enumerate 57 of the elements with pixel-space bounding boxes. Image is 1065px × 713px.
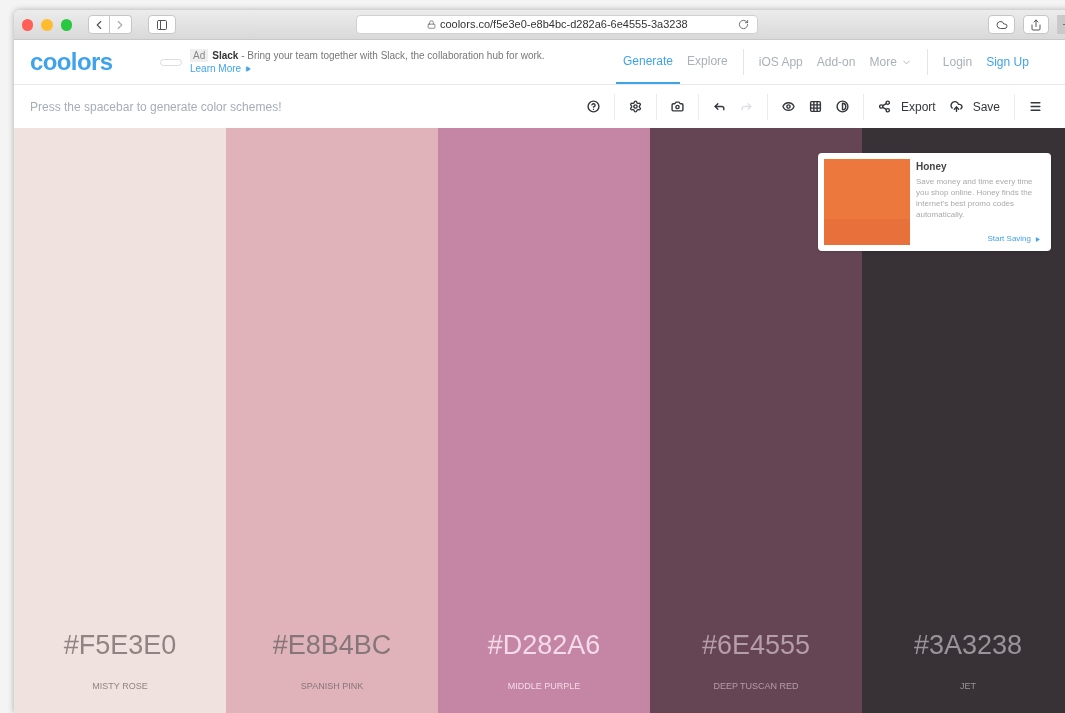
color-swatch[interactable]: #D282A6 MIDDLE PURPLE (438, 128, 650, 713)
hex-code[interactable]: #E8B4BC (272, 625, 392, 666)
toolbar-button[interactable]: Export (871, 97, 943, 116)
contrast-icon (836, 100, 849, 113)
sidebar-button[interactable] (147, 15, 177, 34)
undo-icon (713, 100, 726, 113)
camera-icon (671, 100, 684, 113)
share-icon (878, 100, 891, 113)
learn-more-link[interactable]: Learn More (190, 62, 610, 75)
logo[interactable]: coolors (30, 44, 160, 80)
color-name: DEEP TUSCAN RED (713, 679, 799, 693)
help-icon (587, 100, 600, 113)
ad-badge: Ad (190, 49, 209, 62)
nav-link[interactable]: iOS App (751, 53, 810, 71)
close-window-icon[interactable] (22, 18, 34, 31)
sidebar-icon (156, 18, 168, 31)
color-name: MIDDLE PURPLE (507, 679, 581, 693)
color-swatch[interactable]: #6E4555 DEEP TUSCAN RED (650, 128, 862, 713)
auth-link[interactable]: Login (935, 53, 980, 71)
ad-description: Save money and time every time you shop online. Honey finds the internet's best promo codes automatically. (916, 176, 1034, 220)
cloud-button[interactable] (988, 15, 1015, 34)
back-button[interactable] (87, 15, 110, 34)
hex-code[interactable]: #3A3238 (913, 625, 1023, 666)
nav-tab[interactable]: Explore (680, 40, 735, 84)
eye-icon (782, 100, 795, 113)
color-swatch[interactable]: #F5E3E0 MISTY ROSE (14, 128, 226, 713)
share-icon (1030, 18, 1042, 31)
color-swatch[interactable]: #E8B4BC SPANISH PINK (226, 128, 438, 713)
play-icon (245, 65, 252, 72)
play-icon (1035, 236, 1040, 242)
reload-icon[interactable] (738, 19, 750, 30)
color-name: MISTY ROSE (92, 679, 148, 693)
color-name: JET (960, 679, 976, 693)
hint-text: Press the spacebar to generate color schemes! (30, 98, 283, 116)
nav-link[interactable]: Add-on (809, 53, 863, 71)
settings-icon (629, 100, 642, 113)
menu-icon (1029, 100, 1043, 113)
start-saving-link[interactable]: Start Saving (987, 233, 1044, 245)
color-name: SPANISH PINK (300, 679, 364, 693)
toolbar-button[interactable]: Save (942, 97, 1008, 116)
hex-code[interactable]: #6E4555 (701, 625, 811, 666)
ad-text: Slack - Bring your team together with Slack, the collaboration hub for work. (212, 49, 545, 62)
grid-icon (809, 100, 822, 113)
auth-link[interactable]: Sign Up (979, 53, 1036, 71)
hex-code[interactable]: #D282A6 (487, 625, 601, 666)
redo-icon (740, 100, 753, 113)
cloud-upload-icon (949, 100, 963, 113)
cloud-icon (995, 18, 1008, 31)
address-bar[interactable]: coolors.co/f5e3e0-e8b4bc-d282a6-6e4555-3a3238 (356, 15, 759, 34)
nav-link[interactable]: More (862, 53, 919, 71)
ad-toast[interactable]: Honey Save money and time every time you shop online. Honey finds the internet's best promo codes automatically. Start Saving (818, 153, 1051, 251)
lock-icon (426, 20, 436, 29)
nav-tab[interactable]: Generate (616, 40, 681, 84)
ad-title: Honey (916, 160, 948, 174)
hex-code[interactable]: #F5E3E0 (63, 625, 177, 666)
share-button[interactable] (1022, 15, 1050, 34)
url-text: coolors.co/f5e3e0-e8b4bc-d282a6-6e4555-3a3238 (439, 17, 688, 33)
